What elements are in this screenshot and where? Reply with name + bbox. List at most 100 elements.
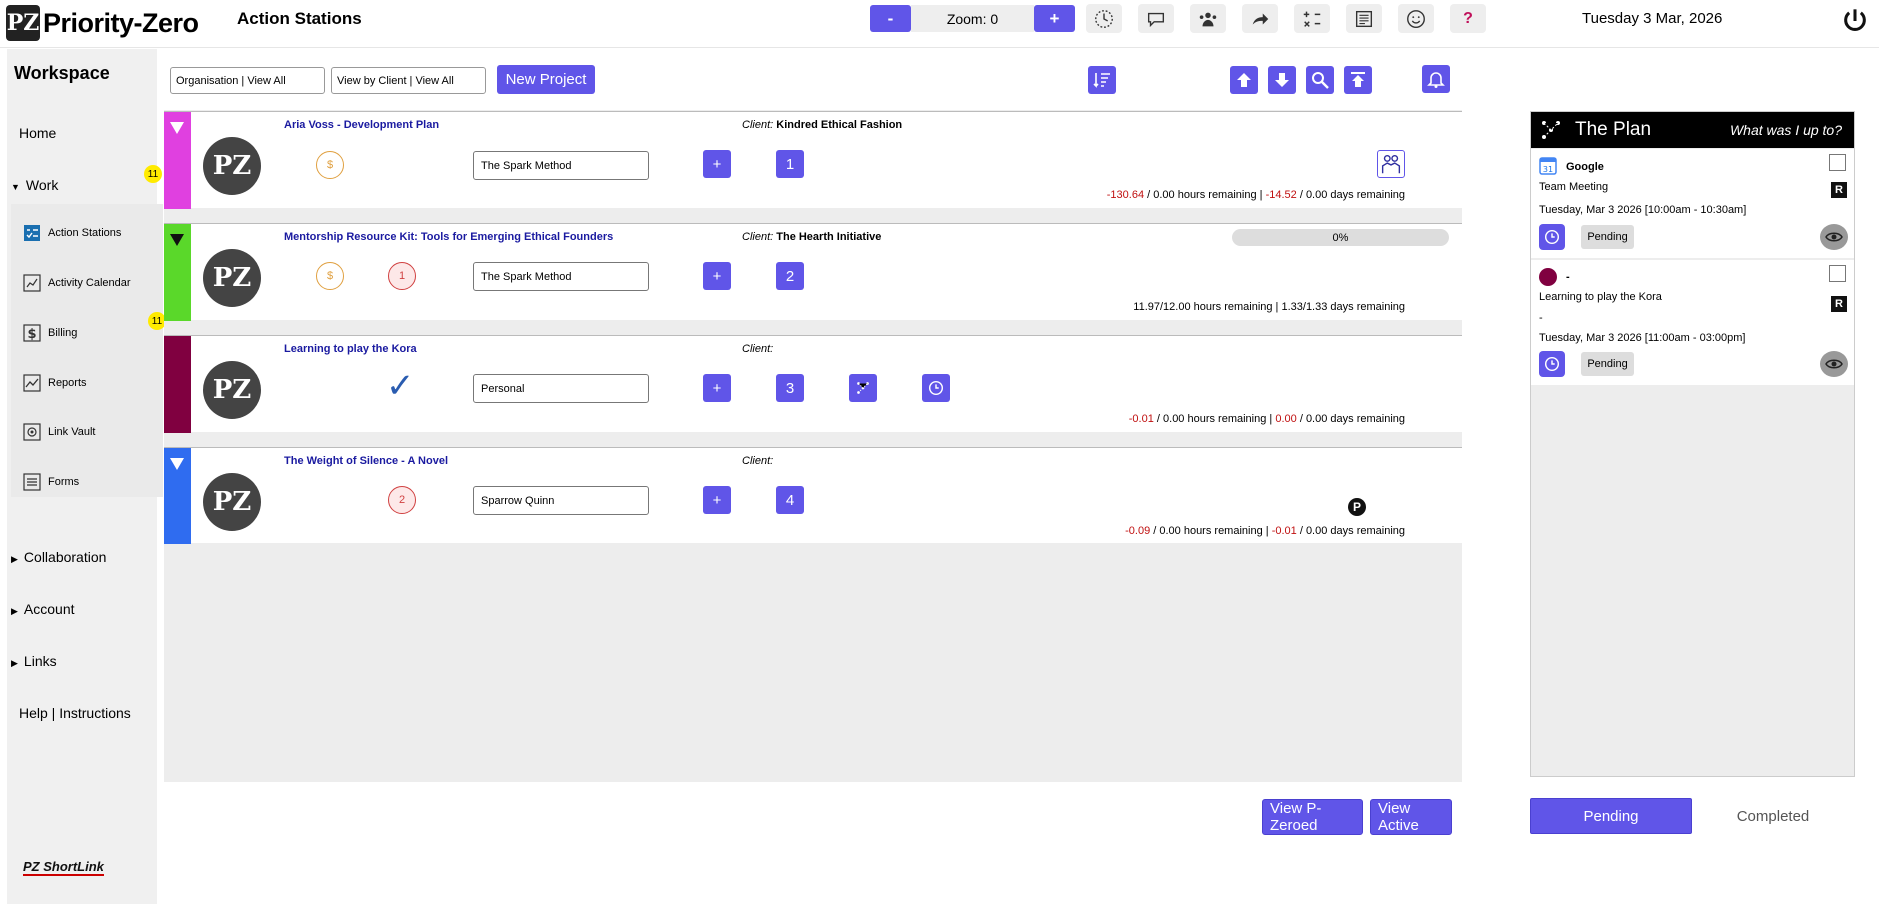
add-task-button[interactable]: + (703, 150, 731, 178)
plan-card: - Learning to play the Kora R - Tuesday,… (1531, 260, 1854, 385)
eye-icon[interactable] (1820, 224, 1848, 250)
sidebar-item-billing[interactable]: $ Billing (23, 324, 77, 342)
sidebar-item-label: Reports (48, 377, 87, 389)
plan-card-time: Tuesday, Mar 3 2026 [11:00am - 03:00pm] (1539, 332, 1746, 344)
tab-completed[interactable]: Completed (1702, 798, 1844, 834)
news-icon[interactable] (1346, 4, 1382, 33)
status-pending-button[interactable]: Pending (1581, 225, 1634, 249)
billing-coin-icon[interactable]: $ (316, 151, 344, 179)
project-color-bar[interactable] (164, 448, 191, 544)
calculator-icon[interactable] (1294, 4, 1330, 33)
activity-map-icon[interactable] (849, 374, 877, 402)
clock-icon[interactable] (1539, 351, 1565, 377)
project-logo: PZ (203, 473, 261, 531)
nav-collaboration[interactable]: ▶ Collaboration (11, 549, 106, 565)
scroll-top-icon[interactable] (1344, 66, 1372, 94)
sidebar-item-action-stations[interactable]: Action Stations (23, 224, 121, 242)
task-count-button[interactable]: 3 (776, 374, 804, 402)
p-badge-icon[interactable]: P (1348, 498, 1366, 516)
project-name[interactable]: Aria Voss - Development Plan (284, 119, 439, 131)
nav-account[interactable]: ▶ Account (11, 601, 75, 617)
clock-dial-icon[interactable] (1086, 4, 1122, 33)
method-input[interactable]: The Spark Method (473, 151, 649, 180)
share-arrow-icon[interactable] (1242, 4, 1278, 33)
project-logo: PZ (203, 249, 261, 307)
project-client: Client: The Hearth Initiative (742, 231, 881, 243)
app-logo[interactable]: PZ Priority-Zero (6, 4, 199, 42)
client-name: Kindred Ethical Fashion (776, 119, 903, 131)
project-color-bar[interactable] (164, 336, 191, 433)
nav-home[interactable]: Home (19, 125, 56, 141)
sidebar-item-reports[interactable]: Reports (23, 374, 87, 392)
sidebar-item-activity-calendar[interactable]: Activity Calendar (23, 274, 131, 292)
task-count-button[interactable]: 4 (776, 486, 804, 514)
nav-links[interactable]: ▶ Links (11, 653, 57, 669)
priority-badge[interactable]: 1 (388, 262, 416, 290)
sidebar-item-forms[interactable]: Forms (23, 473, 79, 491)
add-task-button[interactable]: + (703, 374, 731, 402)
view-active-button[interactable]: View Active (1370, 799, 1452, 835)
sidebar-item-label: Billing (48, 327, 78, 339)
sidebar-item-link-vault[interactable]: Link Vault (23, 423, 96, 441)
clock-icon[interactable] (1539, 224, 1565, 250)
power-icon[interactable] (1841, 7, 1869, 35)
status-pending-button[interactable]: Pending (1581, 352, 1634, 376)
shortlink-label: PZ ShortLink (23, 859, 104, 876)
remaining-summary: -0.09 / 0.00 hours remaining | -0.01 / 0… (1125, 525, 1405, 537)
method-input[interactable]: Sparrow Quinn (473, 486, 649, 515)
project-color-bar[interactable] (164, 224, 191, 321)
plan-card-checkbox[interactable] (1829, 265, 1846, 282)
task-count-button[interactable]: 1 (776, 150, 804, 178)
dollar-icon: $ (23, 324, 41, 342)
nav-work[interactable]: ▼ Work (11, 177, 58, 193)
plan-header: The Plan What was I up to? (1531, 112, 1854, 148)
project-logo: PZ (203, 361, 261, 419)
clock-icon[interactable] (922, 374, 950, 402)
priority-badge[interactable]: 2 (388, 486, 416, 514)
organisation-select[interactable]: Organisation | View All (170, 67, 325, 94)
workspace-title: Workspace (14, 63, 110, 83)
collapse-triangle-icon[interactable] (170, 234, 184, 246)
plan-subtitle[interactable]: What was I up to? (1730, 122, 1842, 138)
team-icon[interactable] (1190, 4, 1226, 33)
add-task-button[interactable]: + (703, 486, 731, 514)
checkmark-icon[interactable]: ✓ (386, 366, 415, 406)
task-count-button[interactable]: 2 (776, 262, 804, 290)
billing-coin-icon[interactable]: $ (316, 262, 344, 290)
view-pzeroed-button[interactable]: View P-Zeroed (1262, 799, 1363, 835)
remaining-hours-value: -0.09 (1125, 525, 1151, 537)
svg-text:$: $ (27, 327, 36, 342)
tab-pending[interactable]: Pending (1530, 798, 1692, 834)
plan-card-source: - (1566, 271, 1570, 283)
team-members-icon[interactable] (1377, 150, 1405, 178)
chart-icon (23, 374, 41, 392)
search-icon[interactable] (1306, 66, 1334, 94)
zoom-in-button[interactable]: + (1034, 5, 1075, 32)
nav-help[interactable]: Help | Instructions (19, 705, 131, 721)
smiley-icon[interactable] (1398, 4, 1434, 33)
project-name[interactable]: Mentorship Resource Kit: Tools for Emerg… (284, 231, 613, 243)
client-select[interactable]: View by Client | View All (331, 67, 486, 94)
plan-card-checkbox[interactable] (1829, 154, 1846, 171)
collapse-triangle-icon[interactable] (170, 122, 184, 134)
speech-bubble-icon[interactable] (1138, 4, 1174, 33)
shortlink-logo[interactable]: PZ ShortLink (23, 859, 104, 876)
zoom-out-button[interactable]: - (870, 5, 911, 32)
new-project-button[interactable]: New Project (497, 65, 595, 94)
bell-icon[interactable] (1422, 65, 1450, 93)
project-name[interactable]: The Weight of Silence - A Novel (284, 455, 448, 467)
method-input[interactable]: Personal (473, 374, 649, 403)
calendar-icon (23, 274, 41, 292)
arrow-down-icon[interactable] (1268, 66, 1296, 94)
caret-down-icon: ▼ (11, 182, 20, 192)
collapse-triangle-icon[interactable] (170, 458, 184, 470)
remaining-days-value: -14.52 (1265, 189, 1297, 201)
eye-icon[interactable] (1820, 351, 1848, 377)
help-icon[interactable]: ? (1450, 4, 1486, 33)
arrow-up-icon[interactable] (1230, 66, 1258, 94)
project-color-bar[interactable] (164, 112, 191, 209)
method-input[interactable]: The Spark Method (473, 262, 649, 291)
sort-icon[interactable] (1088, 66, 1116, 94)
add-task-button[interactable]: + (703, 262, 731, 290)
project-name[interactable]: Learning to play the Kora (284, 343, 417, 355)
